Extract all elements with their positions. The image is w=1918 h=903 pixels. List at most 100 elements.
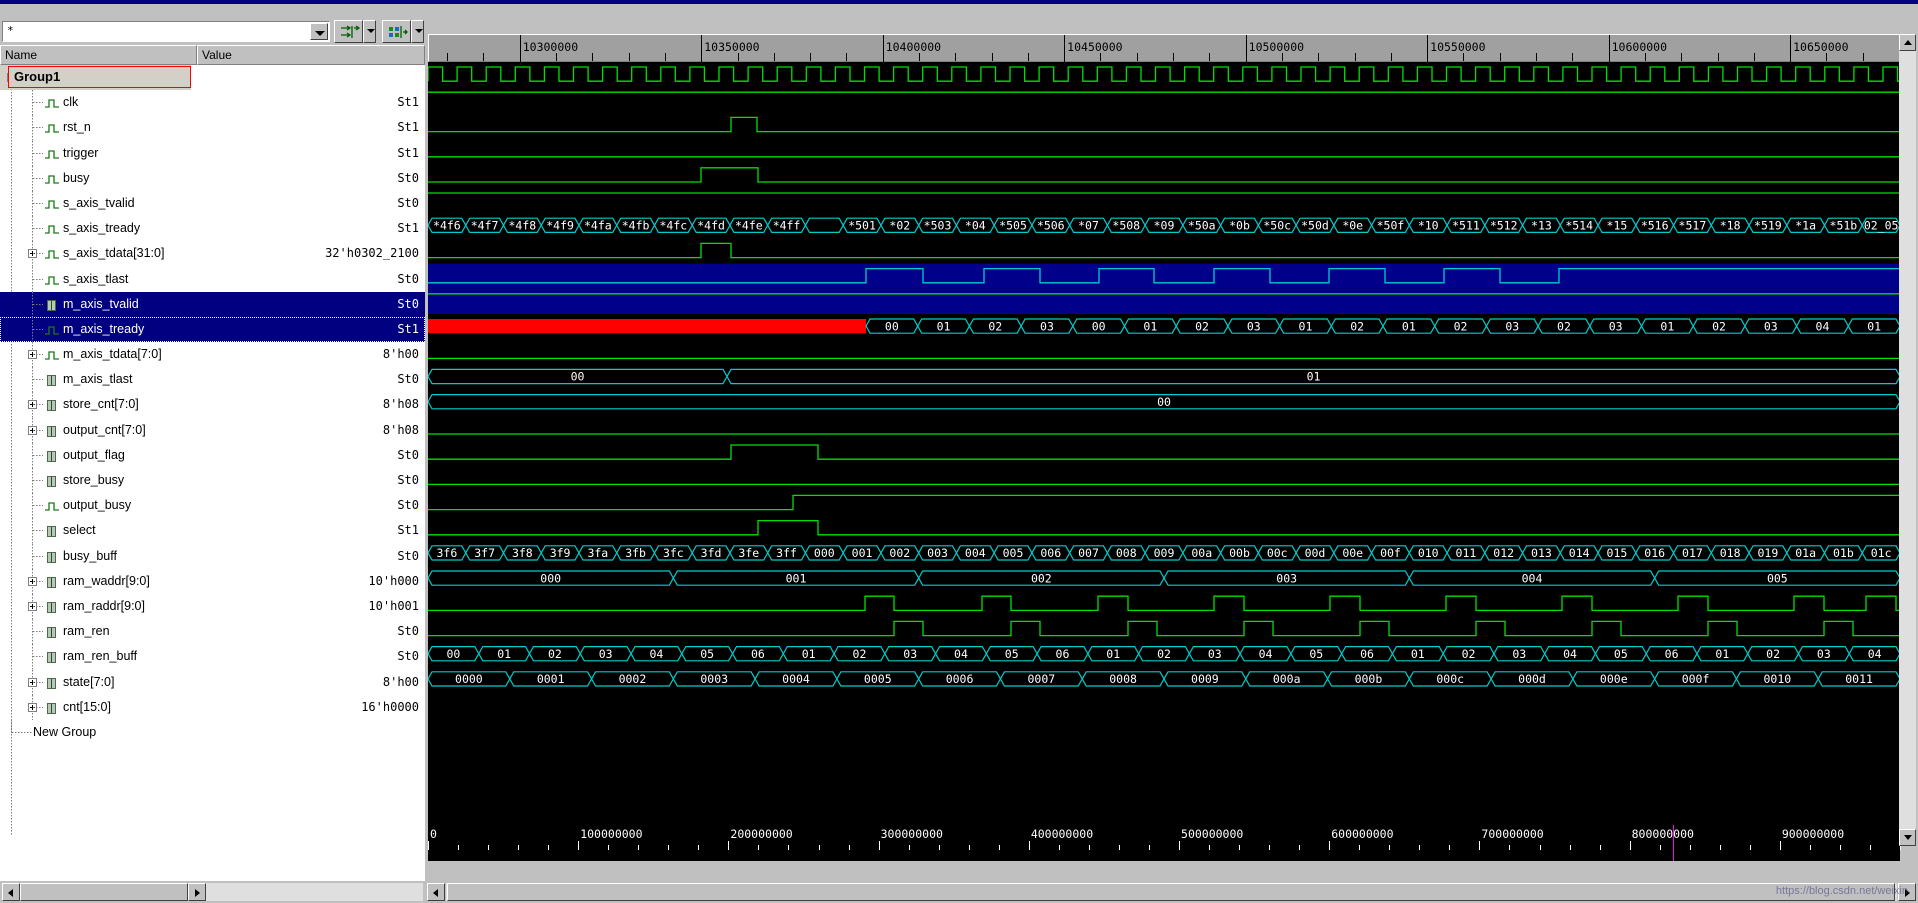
bus-value-label: 01 — [1307, 370, 1321, 384]
scroll-down-button[interactable] — [1899, 829, 1916, 846]
bus-value-label: 04 — [1816, 319, 1830, 333]
bus-value-label: 011 — [1456, 546, 1477, 560]
wave-row-state-7-0-[interactable]: 00 01 02 03 04 05 06 01 02 03 04 05 06 01 02 03 04 05 06 01… — [428, 646, 1900, 662]
signal-row-s-axis-tdata-31-0-[interactable]: s_axis_tdata[31:0] 32'h0302_2100 — [0, 241, 425, 267]
wave-row-s-axis-tlast[interactable] — [428, 242, 1900, 259]
signal-row-select[interactable]: select St1 — [0, 518, 425, 544]
signal-row-output-flag[interactable]: output_flag St0 — [0, 442, 425, 468]
signal-row-trigger[interactable]: trigger St1 — [0, 140, 425, 166]
bus-value-label: 014 — [1569, 546, 1590, 560]
signal-value: St0 — [397, 195, 419, 210]
signal-row-m-axis-tlast[interactable]: m_axis_tlast St0 — [0, 367, 425, 393]
signal-row-s-axis-tvalid[interactable]: s_axis_tvalid St0 — [0, 190, 425, 217]
bus-value-label: 000 — [814, 546, 835, 560]
waveform-canvas[interactable]: *4f6 *4f7 *4f8 *4f9 *4fa *4fb *4fc *4fd *4fe *4ff… — [428, 62, 1900, 846]
wave-hscroll-thumb[interactable] — [447, 883, 1895, 901]
scroll-up-button[interactable] — [1899, 34, 1916, 51]
bottom-minor-tick — [638, 845, 640, 850]
bus-value-label: 01a — [1795, 546, 1816, 560]
radix-button[interactable] — [382, 20, 411, 43]
ruler-tick-label: 10500000 — [1248, 40, 1305, 54]
signal-row-state-7-0-[interactable]: state[7:0] 8'h00 — [0, 669, 425, 695]
wave-row-m-axis-tdata-7-0-[interactable]: 00 01 02 03 00 01 02 03 01 02 01 02 03 02 03 01 02 03 04 01 — [428, 318, 1900, 334]
bus-value-label: *508 — [1112, 219, 1140, 233]
signal-row-output-cnt-7-0-[interactable]: output_cnt[7:0] 8'h08 — [0, 417, 425, 443]
column-header-name[interactable]: Name — [0, 45, 197, 65]
wave-glyph-icon — [45, 326, 59, 335]
wave-row-ram-ren-buff[interactable] — [428, 620, 1900, 637]
signal-row-output-busy[interactable]: output_busy St0 — [0, 493, 425, 519]
bus-value-label: 02 — [853, 647, 867, 661]
bus-value-label: 000a — [1273, 672, 1301, 686]
filter-input[interactable]: * — [7, 24, 14, 37]
time-ruler-top[interactable]: 10300000 10350000 10400000 10450000 10500000… — [428, 34, 1900, 63]
wave-row-clk[interactable] — [428, 66, 1900, 82]
bus-value-label: *4fe — [735, 219, 763, 233]
filter-dropdown-arrow[interactable] — [310, 23, 328, 40]
wave-row-busy-buff[interactable] — [428, 519, 1900, 536]
hscroll-thumb[interactable] — [20, 883, 188, 901]
wave-row-ram-waddr-9-0-[interactable]: 3f6 3f7 3f8 3f9 3fa 3fb 3fc 3fd 3fe 3ff 000 001 002 0… — [428, 545, 1900, 561]
bus-value-label: 06 — [1056, 647, 1070, 661]
signal-value: St1 — [397, 145, 419, 160]
bus-value-label: 0002 — [619, 672, 647, 686]
wave-row-m-axis-tvalid[interactable] — [428, 263, 1900, 289]
wave-row-trigger[interactable] — [428, 116, 1900, 133]
wave-row-m-axis-tready[interactable] — [428, 288, 1900, 314]
signal-row-ram-ren-buff[interactable]: ram_ren_buff St0 — [0, 644, 425, 670]
wave-hscroll-trough[interactable] — [446, 883, 1897, 901]
expand-collapse-dropdown[interactable] — [363, 20, 376, 43]
signal-row-s-axis-tready[interactable]: s_axis_tready St1 — [0, 216, 425, 242]
signal-row-m-axis-tready[interactable]: m_axis_tready St1 — [0, 316, 425, 343]
new-group-row[interactable]: New Group — [0, 719, 425, 745]
wave-row-s-axis-tdata-31-0-[interactable]: *4f6 *4f7 *4f8 *4f9 *4fa *4fb *4fc *4fd *4fe *4ff… — [428, 217, 1900, 233]
signal-row-ram-raddr-9-0-[interactable]: ram_raddr[9:0] 10'h001 — [0, 593, 425, 620]
bus-value-label: *4fd — [697, 219, 725, 233]
signal-row-m-axis-tvalid[interactable]: m_axis_tvalid St0 — [0, 291, 425, 317]
signal-row-store-cnt-7-0-[interactable]: store_cnt[7:0] 8'h08 — [0, 392, 425, 418]
bottom-minor-tick — [1269, 845, 1271, 850]
wave-row-store-busy[interactable] — [428, 444, 1900, 460]
bus-value-label: 3f7 — [474, 546, 495, 560]
tree-group-row[interactable]: Group1 — [0, 65, 425, 91]
signal-row-ram-ren[interactable]: ram_ren St0 — [0, 619, 425, 645]
wave-row-ram-ren[interactable] — [428, 595, 1900, 612]
expand-collapse-button[interactable] — [334, 20, 363, 43]
signal-value: 16'h0000 — [361, 699, 419, 714]
signal-row-rst-n[interactable]: rst_n St1 — [0, 115, 425, 141]
wave-glyph-icon — [45, 502, 59, 511]
radix-dropdown[interactable] — [411, 20, 424, 43]
signal-row-s-axis-tlast[interactable]: s_axis_tlast St0 — [0, 266, 425, 292]
waveform-hscrollbar[interactable] — [425, 881, 1918, 903]
signal-row-ram-waddr-9-0-[interactable]: ram_waddr[9:0] 10'h000 — [0, 568, 425, 594]
scroll-left-button[interactable] — [2, 883, 20, 901]
signal-list-hscrollbar[interactable] — [0, 880, 425, 903]
bus-value-label: 02 — [1712, 319, 1726, 333]
bottom-major-tick — [578, 841, 580, 850]
column-header-value[interactable]: Value — [197, 45, 425, 65]
wave-scroll-left-button[interactable] — [427, 883, 445, 901]
signal-row-cnt-15-0-[interactable]: cnt[15:0] 16'h0000 — [0, 694, 425, 720]
signal-row-store-busy[interactable]: store_busy St0 — [0, 468, 425, 494]
ruler-minor-tick — [955, 53, 957, 61]
wave-row-s-axis-tvalid[interactable] — [428, 167, 1900, 183]
signal-row-busy-buff[interactable]: busy_buff St0 — [0, 543, 425, 569]
wave-row-select[interactable] — [428, 494, 1900, 511]
group-label[interactable]: Group1 — [8, 66, 191, 88]
time-marker[interactable] — [1673, 825, 1675, 861]
filter-combobox[interactable]: * — [2, 21, 330, 42]
time-ruler-bottom[interactable]: 0 100000000 200000000 300000000 400000000 500… — [428, 825, 1901, 861]
wave-row-output-cnt-7-0-[interactable]: 00 — [428, 394, 1900, 410]
wave-row-store-cnt-7-0-[interactable]: 00 01 — [428, 368, 1900, 385]
scroll-right-button[interactable] — [188, 883, 206, 901]
hscroll-trough[interactable] — [206, 883, 423, 901]
signal-row-busy[interactable]: busy St0 — [0, 165, 425, 191]
signal-tree[interactable]: Group1 clk St1 rst_n St1 trigger St1 busy St0 s_… — [0, 65, 425, 885]
bus-value-label: 0008 — [1109, 672, 1137, 686]
bus-value-label: 3f9 — [550, 546, 571, 560]
signal-row-clk[interactable]: clk St1 — [0, 90, 425, 116]
wave-row-ram-raddr-9-0-[interactable]: 000 001 002 003 004 005 — [428, 570, 1900, 586]
wave-row-cnt-15-0-[interactable]: 0000 0001 0002 0003 0004 0005 0006 0007 0008 0009… — [428, 671, 1900, 687]
signal-row-m-axis-tdata-7-0-[interactable]: m_axis_tdata[7:0] 8'h00 — [0, 342, 425, 368]
waveform-vscrollbar[interactable] — [1899, 34, 1916, 846]
